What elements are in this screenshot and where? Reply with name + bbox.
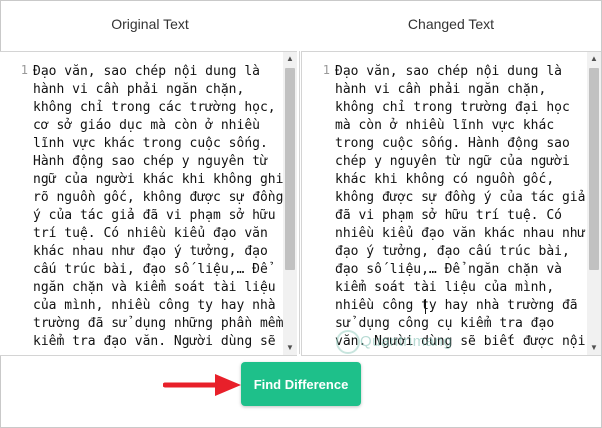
triangle-up-icon[interactable]: ▲ xyxy=(283,52,297,66)
code-line: đạo ý tưởng, đạo cấu trúc bài, xyxy=(335,244,570,259)
code-line: cấu trúc bài, đạo số liệu,… Để xyxy=(33,262,268,277)
code-line: trường đã sử dụng những phần mềm xyxy=(33,316,284,331)
code-line: Hành động sao chép y nguyên từ xyxy=(33,154,268,169)
code-line: Đạo văn, sao chép nội dung là xyxy=(335,64,562,79)
code-line: ý của tác giả đã vi phạm sở hữu xyxy=(33,208,276,223)
code-line: rõ nguồn gốc, không được sự đồng xyxy=(33,190,284,205)
changed-text-title: Changed Text xyxy=(407,16,495,32)
code-line: hành vi cần phải ngăn chặn, xyxy=(335,82,547,97)
changed-text-content[interactable]: Đạo văn, sao chép nội dung là hành vi cần… xyxy=(335,63,589,351)
watermark-logo-icon xyxy=(336,330,360,354)
watermark: Quantrimang xyxy=(360,333,453,350)
code-line: kiểm soát tài liệu của mình, xyxy=(335,280,555,295)
code-line: trong cuộc sống. Hành động sao xyxy=(335,136,570,151)
code-line: nhiều công ty hay nhà trường đã xyxy=(335,298,578,313)
code-line: mà còn ở nhiều lĩnh vực khác xyxy=(335,118,555,133)
code-line: chép y nguyên từ ngữ của người xyxy=(335,154,570,169)
column-divider xyxy=(299,51,300,354)
code-line: lĩnh vực khác trong cuộc sống. xyxy=(33,136,268,151)
code-line: ngăn chặn và kiểm soát tài liệu xyxy=(33,280,276,295)
text-cursor xyxy=(425,299,426,314)
original-text-editor[interactable]: 1 Đạo văn, sao chép nội dung là hành vi c… xyxy=(0,51,297,356)
line-number: 1 xyxy=(322,63,330,77)
triangle-down-icon[interactable]: ▼ xyxy=(283,341,297,355)
code-line: nhiều kiểu đạo văn khác nhau như xyxy=(335,226,586,241)
triangle-down-icon[interactable]: ▼ xyxy=(587,341,601,355)
code-line: khác nhau như đạo ý tưởng, đạo xyxy=(33,244,268,259)
original-text-content[interactable]: Đạo văn, sao chép nội dung là hành vi cần… xyxy=(33,63,285,351)
scroll-thumb[interactable] xyxy=(285,68,295,270)
code-line: không chỉ trong trường đại học xyxy=(335,100,570,115)
code-line: không chỉ trong các trường học, xyxy=(33,100,276,115)
code-line: cơ sở giáo dục mà còn ở nhiều xyxy=(33,118,260,133)
code-line: hành vi cần phải ngăn chặn, xyxy=(33,82,245,97)
code-line: trí tuệ. Có nhiều kiểu đạo văn xyxy=(33,226,268,241)
find-difference-button[interactable]: Find Difference xyxy=(241,362,361,406)
red-arrow-icon xyxy=(163,374,241,396)
code-line: khác khi không có nguồn gốc, xyxy=(335,172,555,187)
scroll-thumb[interactable] xyxy=(589,68,599,270)
changed-scrollbar[interactable]: ▲ ▼ xyxy=(587,52,601,355)
code-line: đã vi phạm sở hữu trí tuệ. Có xyxy=(335,208,562,223)
code-line: ngữ của người khác khi không ghi xyxy=(33,172,284,187)
code-line: kiểm tra đạo văn. Người dùng sẽ xyxy=(33,334,276,349)
code-line: đạo số liệu,… Để ngăn chặn và xyxy=(335,262,562,277)
original-text-title: Original Text xyxy=(111,16,189,32)
original-scrollbar[interactable]: ▲ ▼ xyxy=(283,52,297,355)
code-line: của mình, nhiều công ty hay nhà xyxy=(33,298,276,313)
code-line: không được sự đồng ý của tác giả xyxy=(335,190,586,205)
triangle-up-icon[interactable]: ▲ xyxy=(587,52,601,66)
code-line: sử dụng công cụ kiểm tra đạo xyxy=(335,316,555,331)
line-number: 1 xyxy=(20,63,28,77)
changed-text-editor[interactable]: 1 Đạo văn, sao chép nội dung là hành vi c… xyxy=(301,51,601,356)
code-line: Đạo văn, sao chép nội dung là xyxy=(33,64,260,79)
